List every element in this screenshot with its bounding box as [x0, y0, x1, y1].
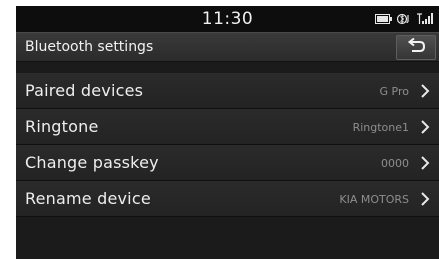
- item-value: KIA MOTORS: [339, 193, 409, 206]
- signal-icon: [417, 13, 433, 25]
- page-title: Bluetooth settings: [25, 39, 154, 55]
- list-item-paired-devices[interactable]: Paired devices G Pro: [16, 73, 439, 109]
- bluetooth-audio-icon: [397, 13, 412, 25]
- list-item-ringtone[interactable]: Ringtone Ringtone1: [16, 109, 439, 145]
- status-icons: [375, 12, 433, 26]
- item-label: Paired devices: [25, 81, 144, 100]
- list-item-change-passkey[interactable]: Change passkey 0000: [16, 145, 439, 181]
- chevron-right-icon: [421, 84, 430, 98]
- header-bar: Bluetooth settings: [16, 32, 439, 62]
- item-value: Ringtone1: [352, 121, 409, 134]
- item-value: G Pro: [379, 85, 409, 98]
- chevron-right-icon: [421, 192, 430, 206]
- chevron-right-icon: [421, 156, 430, 170]
- item-label: Ringtone: [25, 117, 99, 136]
- status-bar: 11:30: [16, 6, 439, 32]
- back-arrow-icon: [406, 37, 426, 58]
- battery-icon: [375, 14, 392, 24]
- chevron-right-icon: [421, 120, 430, 134]
- list-item-rename-device[interactable]: Rename device KIA MOTORS: [16, 181, 439, 217]
- item-value: 0000: [381, 157, 409, 170]
- item-label: Change passkey: [25, 153, 159, 172]
- settings-list: Paired devices G Pro Ringtone Ringtone1 …: [16, 73, 439, 217]
- back-button[interactable]: [396, 35, 436, 60]
- screen: 11:30 Bluetooth settings Paired devices …: [16, 6, 439, 259]
- item-label: Rename device: [25, 189, 151, 208]
